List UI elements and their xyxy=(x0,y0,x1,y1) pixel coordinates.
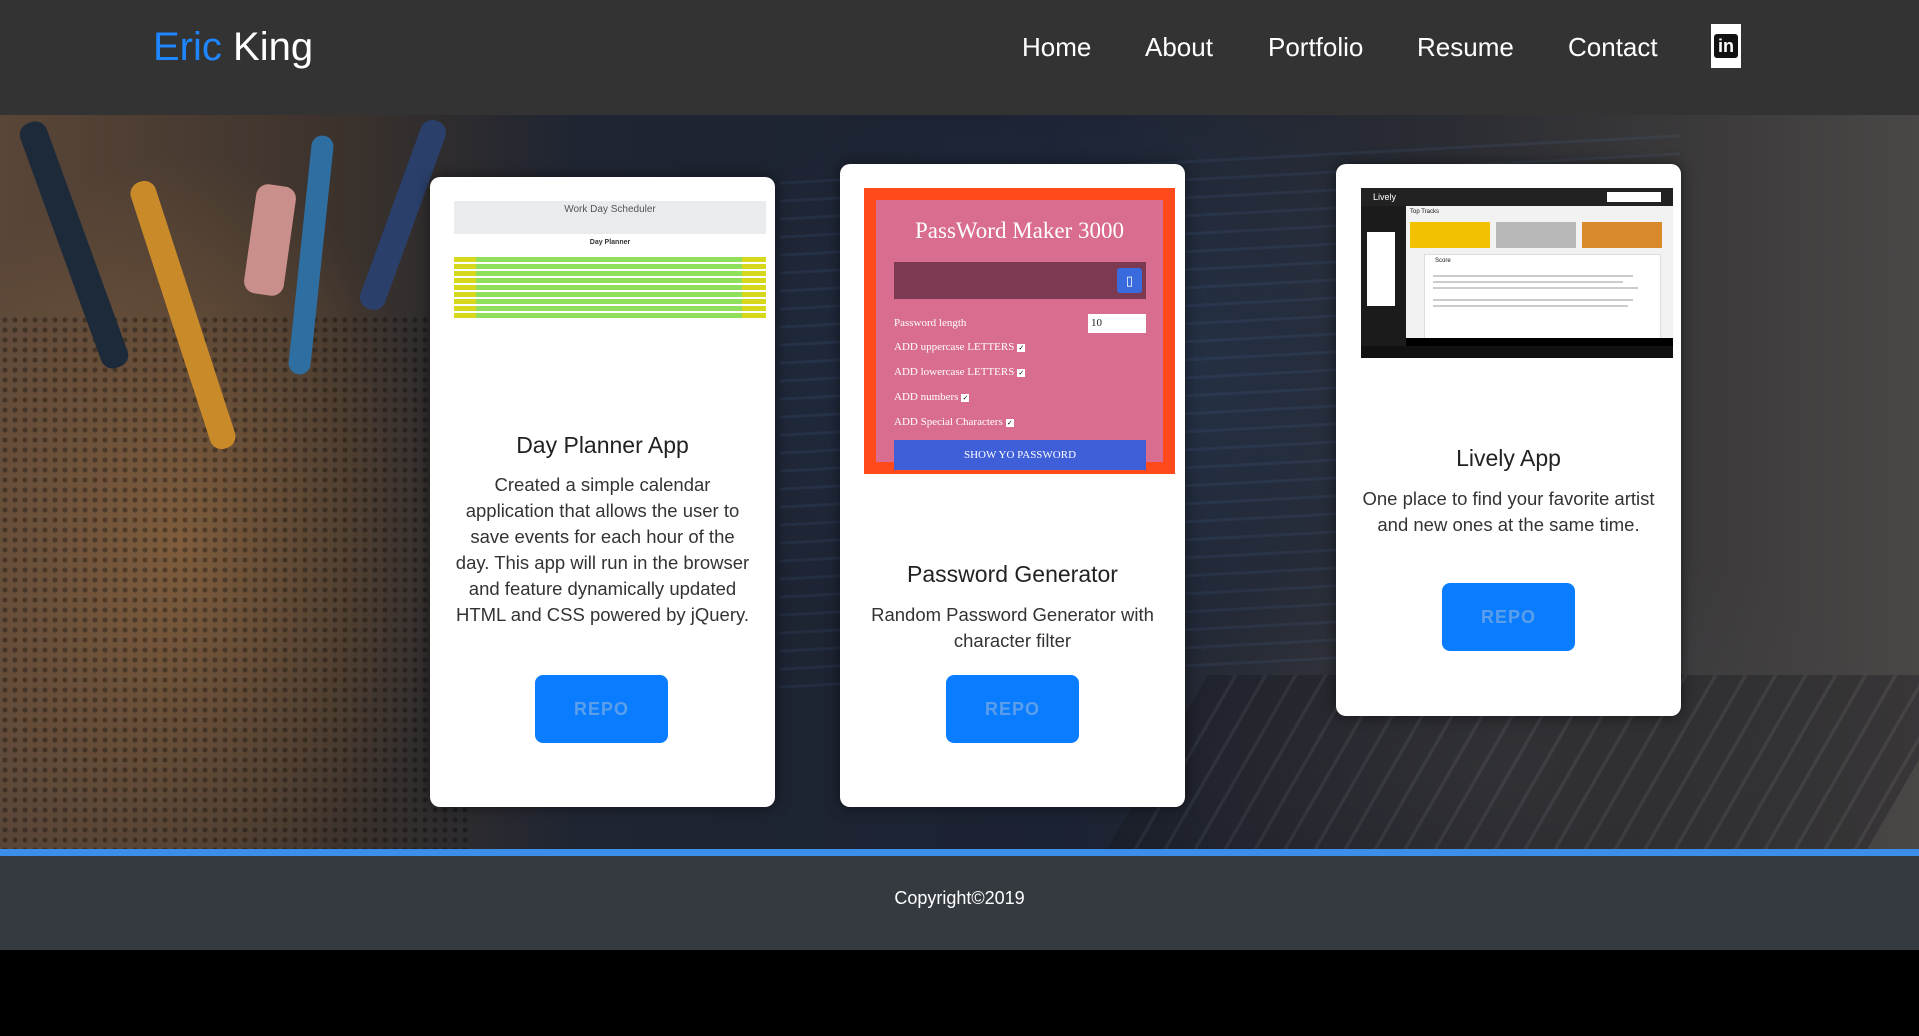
thumb-subsection: Score xyxy=(1435,258,1451,264)
repo-button[interactable]: REPO xyxy=(535,675,668,743)
thumb-main: Top Tracks Score xyxy=(1406,206,1673,346)
password-output: ▯ xyxy=(894,262,1146,299)
option-numbers: ADD numbers ✓ xyxy=(894,391,970,403)
card-title: Lively App xyxy=(1456,445,1561,471)
thumb-text-line xyxy=(1433,275,1633,277)
repo-button[interactable]: REPO xyxy=(1442,583,1575,651)
card-title: Password Generator xyxy=(907,561,1118,587)
thumb-row xyxy=(454,299,766,304)
project-card-lively-app: Lively Top Tracks Score Lively App One p… xyxy=(1336,164,1681,716)
lively-app-screenshot: Lively Top Tracks Score xyxy=(1361,188,1673,358)
thumb-row xyxy=(454,306,766,311)
nav-about[interactable]: About xyxy=(1145,30,1213,64)
thumb-search xyxy=(1607,192,1661,202)
card-description: One place to find your favorite artist a… xyxy=(1362,488,1655,535)
thumb-panel: Score xyxy=(1424,254,1661,340)
nav-home[interactable]: Home xyxy=(1022,30,1091,64)
project-card-day-planner: Work Day Scheduler Day Planner Day Plann… xyxy=(430,177,775,807)
thumb-subheading: Day Planner xyxy=(589,239,631,246)
thumb-row xyxy=(454,257,766,262)
day-planner-screenshot: Work Day Scheduler Day Planner xyxy=(454,201,766,331)
option-label: ADD Special Characters xyxy=(894,416,1003,428)
site-footer: Copyright©2019 xyxy=(0,856,1919,950)
thumb-tile xyxy=(1410,222,1490,248)
card-description: Created a simple calendar application th… xyxy=(455,474,750,625)
option-uppercase: ADD uppercase LETTERS ✓ xyxy=(894,341,1026,353)
thumb-heading: PassWord Maker 3000 xyxy=(915,218,1124,243)
brand-first-name: Eric xyxy=(153,25,222,69)
checkbox-icon: ✓ xyxy=(1017,344,1026,352)
thumb-row xyxy=(454,278,766,283)
repo-button[interactable]: REPO xyxy=(946,675,1079,743)
option-label: ADD lowercase LETTERS xyxy=(894,366,1015,378)
checkbox-icon: ✓ xyxy=(1017,369,1026,377)
option-label: ADD uppercase LETTERS xyxy=(894,341,1015,353)
thumb-row xyxy=(454,292,766,297)
checkbox-icon: ✓ xyxy=(961,394,970,402)
pen-holder-mesh xyxy=(0,315,470,849)
checkbox-icon: ✓ xyxy=(1005,419,1014,427)
nav-contact[interactable]: Contact xyxy=(1568,30,1658,64)
thumb-text-line xyxy=(1433,305,1628,307)
pen-decor xyxy=(242,182,298,298)
card-description: Random Password Generator with character… xyxy=(871,604,1154,651)
show-password-button: SHOW YO PASSWORD xyxy=(894,440,1146,470)
nav-resume[interactable]: Resume xyxy=(1417,30,1514,64)
thumb-sidebar-list xyxy=(1367,232,1395,306)
thumb-row xyxy=(454,271,766,276)
thumb-text-line xyxy=(1433,281,1623,283)
thumb-row xyxy=(454,264,766,269)
option-lowercase: ADD lowercase LETTERS ✓ xyxy=(894,366,1026,378)
thumb-tile xyxy=(1496,222,1576,248)
thumb-text-line xyxy=(1433,287,1638,289)
brand-logo[interactable]: Eric King xyxy=(153,24,313,70)
thumb-heading: Work Day Scheduler xyxy=(454,201,766,234)
linkedin-glyph: in xyxy=(1714,34,1738,58)
site-header: Eric King Home About Portfolio Resume Co… xyxy=(0,0,1919,115)
thumb-sidebar xyxy=(1361,206,1406,346)
thumb-row xyxy=(454,285,766,290)
clipboard-icon: ▯ xyxy=(1117,268,1142,293)
thumb-bottom-bar xyxy=(1406,338,1673,346)
project-card-password-generator: PassWord Maker 3000 ▯ Password length 10… xyxy=(840,164,1185,807)
thumb-tile xyxy=(1582,222,1662,248)
footer-accent-stripe xyxy=(0,849,1919,856)
length-value: 10 xyxy=(1088,314,1146,333)
length-label: Password length xyxy=(894,317,967,329)
option-label: ADD numbers xyxy=(894,391,959,403)
option-special: ADD Special Characters ✓ xyxy=(894,416,1014,428)
password-panel: PassWord Maker 3000 ▯ Password length 10… xyxy=(876,200,1163,470)
thumb-row xyxy=(454,313,766,318)
nav-portfolio[interactable]: Portfolio xyxy=(1268,30,1363,64)
password-generator-screenshot: PassWord Maker 3000 ▯ Password length 10… xyxy=(864,188,1175,474)
thumb-section: Top Tracks xyxy=(1410,209,1440,215)
linkedin-icon[interactable]: in xyxy=(1711,24,1741,68)
card-title: Day Planner App xyxy=(516,432,689,458)
brand-last-name: King xyxy=(233,25,314,69)
copyright-text: Copyright©2019 xyxy=(894,888,1025,908)
thumb-text-line xyxy=(1433,299,1633,301)
